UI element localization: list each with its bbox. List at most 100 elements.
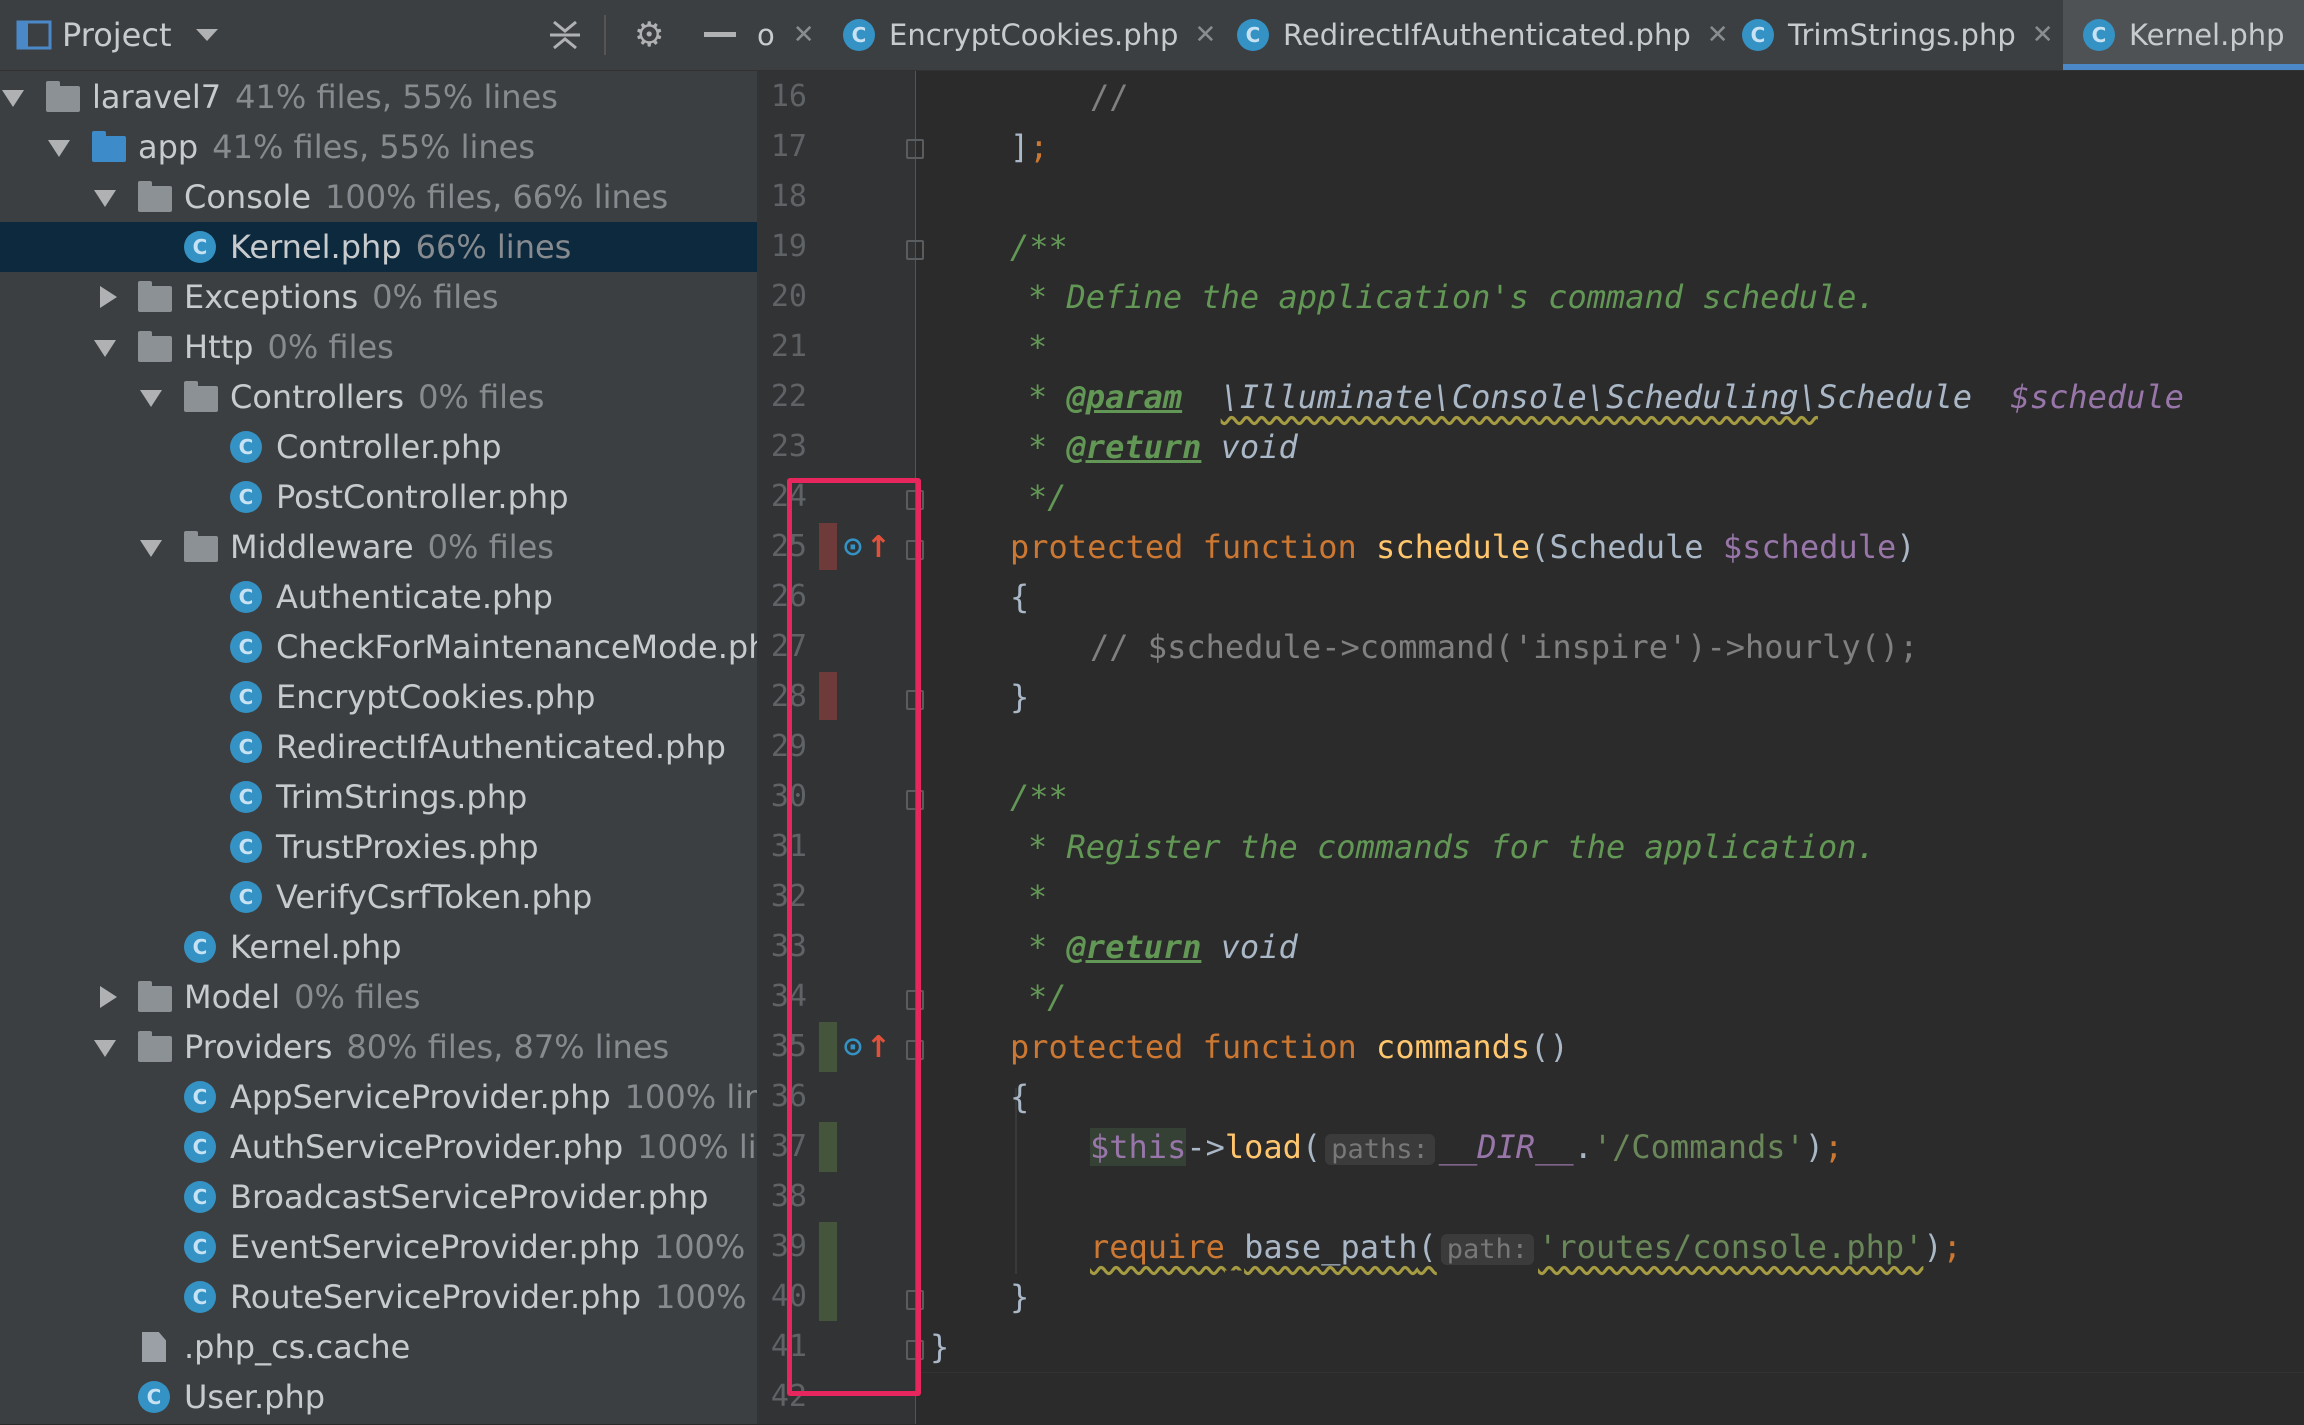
code-token: } — [1010, 678, 1030, 716]
close-icon[interactable]: ✕ — [793, 20, 815, 50]
file-name: BroadcastServiceProvider.php — [230, 1178, 709, 1216]
collapse-all-icon[interactable] — [548, 0, 582, 70]
code-token: } — [1010, 1278, 1030, 1316]
file-name: VerifyCsrfToken.php — [276, 878, 593, 916]
tree-item[interactable]: C PostController.php — [0, 472, 757, 522]
close-icon[interactable]: ✕ — [2032, 20, 2054, 50]
gear-icon[interactable]: ⚙ — [634, 0, 664, 70]
tree-item[interactable]: C Kernel.php 66% lines — [0, 222, 757, 272]
file-name: AppServiceProvider.php — [230, 1078, 611, 1116]
file-name: app — [138, 128, 199, 166]
tree-item[interactable]: C TrustProxies.php — [0, 822, 757, 872]
coverage-label: 0% files — [418, 378, 545, 416]
code-token: { — [1010, 1078, 1030, 1116]
close-icon[interactable]: ✕ — [1707, 20, 1729, 50]
expand-arrow-icon[interactable] — [94, 340, 116, 357]
tree-item-label: Providers 80% files, 87% lines — [184, 1028, 669, 1066]
project-view-title[interactable]: Project — [62, 0, 171, 70]
line-number: 18 — [770, 179, 807, 214]
doc-tag: @param — [1066, 378, 1183, 416]
tree-item[interactable]: Controllers 0% files — [0, 372, 757, 422]
keyword: protected — [1010, 528, 1184, 566]
project-tool-window: Project ⚙ laravel7 41% files, 55% lines ap… — [0, 0, 757, 1424]
fold-end-icon[interactable] — [906, 139, 924, 159]
file-name: TrimStrings.php — [276, 778, 528, 816]
tree-item[interactable]: C AuthServiceProvider.php 100% li — [0, 1122, 757, 1172]
folder-icon — [46, 81, 80, 112]
fold-start-icon[interactable] — [906, 240, 924, 260]
parameter-hint: path: — [1440, 1234, 1535, 1265]
comment: // — [1090, 78, 1129, 116]
close-icon[interactable]: ✕ — [2301, 20, 2304, 50]
tree-item[interactable]: .php_cs.cache — [0, 1322, 757, 1372]
collapse-arrow-icon[interactable] — [100, 286, 117, 308]
expand-arrow-icon[interactable] — [94, 1040, 116, 1057]
expand-arrow-icon[interactable] — [94, 190, 116, 207]
code-token: { — [1010, 578, 1030, 616]
tree-item[interactable]: C EventServiceProvider.php 100% l — [0, 1222, 757, 1272]
folder-icon — [138, 1031, 172, 1062]
php-class-icon: C — [230, 481, 262, 513]
php-class-icon: C — [230, 431, 262, 463]
tree-item[interactable]: C Kernel.php — [0, 922, 757, 972]
tree-item[interactable]: Console 100% files, 66% lines — [0, 172, 757, 222]
tree-item[interactable]: app 41% files, 55% lines — [0, 122, 757, 172]
close-icon[interactable]: ✕ — [1194, 20, 1216, 50]
tree-item[interactable]: C CheckForMaintenanceMode.ph — [0, 622, 757, 672]
tree-item[interactable]: C Controller.php — [0, 422, 757, 472]
tree-item-label: AuthServiceProvider.php 100% li — [230, 1128, 757, 1166]
collapse-arrow-icon[interactable] — [100, 986, 117, 1008]
coverage-label: 100% l — [655, 1278, 757, 1316]
php-class-icon: C — [230, 631, 262, 663]
tree-item[interactable]: C VerifyCsrfToken.php — [0, 872, 757, 922]
tree-item[interactable]: Providers 80% files, 87% lines — [0, 1022, 757, 1072]
coverage-label: 0% files — [267, 328, 394, 366]
tree-item-label: Http 0% files — [184, 328, 394, 366]
code-line-22: * @param \Illuminate\Console\Scheduling\… — [1028, 372, 2184, 422]
php-class-icon: C — [230, 881, 262, 913]
code-token: () — [1530, 1028, 1569, 1066]
function-name: schedule — [1376, 528, 1531, 566]
tree-item-label: Kernel.php 66% lines — [230, 228, 571, 266]
hide-panel-icon[interactable] — [704, 0, 736, 70]
project-view-icon[interactable] — [16, 0, 52, 70]
tree-item[interactable]: C TrimStrings.php — [0, 772, 757, 822]
tree-item[interactable]: C User.php — [0, 1372, 757, 1422]
tree-item[interactable]: laravel7 41% files, 55% lines — [0, 72, 757, 122]
editor-empty-area — [916, 1372, 2304, 1425]
tab-encrypt-cookies[interactable]: C EncryptCookies.php ✕ — [843, 0, 1216, 70]
tree-item[interactable]: Http 0% files — [0, 322, 757, 372]
tab-trim-strings[interactable]: C TrimStrings.php ✕ — [1742, 0, 2054, 70]
expand-arrow-icon[interactable] — [48, 140, 70, 157]
tree-item[interactable]: C AppServiceProvider.php 100% lin — [0, 1072, 757, 1122]
expand-arrow-icon[interactable] — [140, 540, 162, 557]
tree-item-label: User.php — [184, 1378, 325, 1416]
tree-item[interactable]: C Authenticate.php — [0, 572, 757, 622]
tree-item[interactable]: Model 0% files — [0, 972, 757, 1022]
code-line-27: // $schedule->command('inspire')->hourly… — [1090, 622, 1918, 672]
tab-kernel-active[interactable]: C Kernel.php ✕ — [2063, 0, 2304, 70]
tree-item[interactable]: C RouteServiceProvider.php 100% l — [0, 1272, 757, 1322]
file-name: Middleware — [230, 528, 414, 566]
doc-tag: @return — [1066, 928, 1202, 966]
file-name: Exceptions — [184, 278, 359, 316]
doc-comment: * Define the application's command sched… — [1028, 278, 1876, 316]
chevron-down-icon[interactable] — [194, 0, 220, 70]
tree-item[interactable]: C RedirectIfAuthenticated.php — [0, 722, 757, 772]
php-class-icon: C — [184, 1181, 216, 1213]
tab-redirect-if-authenticated[interactable]: C RedirectIfAuthenticated.php ✕ — [1237, 0, 1729, 70]
tab-label: Kernel.php — [2129, 18, 2285, 52]
tree-item[interactable]: C EncryptCookies.php — [0, 672, 757, 722]
tree-item[interactable]: Exceptions 0% files — [0, 272, 757, 322]
php-class-icon: C — [230, 681, 262, 713]
expand-arrow-icon[interactable] — [140, 390, 162, 407]
tree-item[interactable]: C BroadcastServiceProvider.php — [0, 1172, 757, 1222]
tree-item[interactable]: Middleware 0% files — [0, 522, 757, 572]
expand-arrow-icon[interactable] — [2, 90, 24, 107]
tab-partial[interactable]: o ✕ — [757, 0, 815, 70]
code-line-33: * @return void — [1028, 922, 1298, 972]
code-line-41: } — [930, 1322, 949, 1372]
coverage-label: 100% l — [653, 1228, 757, 1266]
header-divider — [604, 15, 606, 55]
keyword: protected — [1010, 1028, 1184, 1066]
